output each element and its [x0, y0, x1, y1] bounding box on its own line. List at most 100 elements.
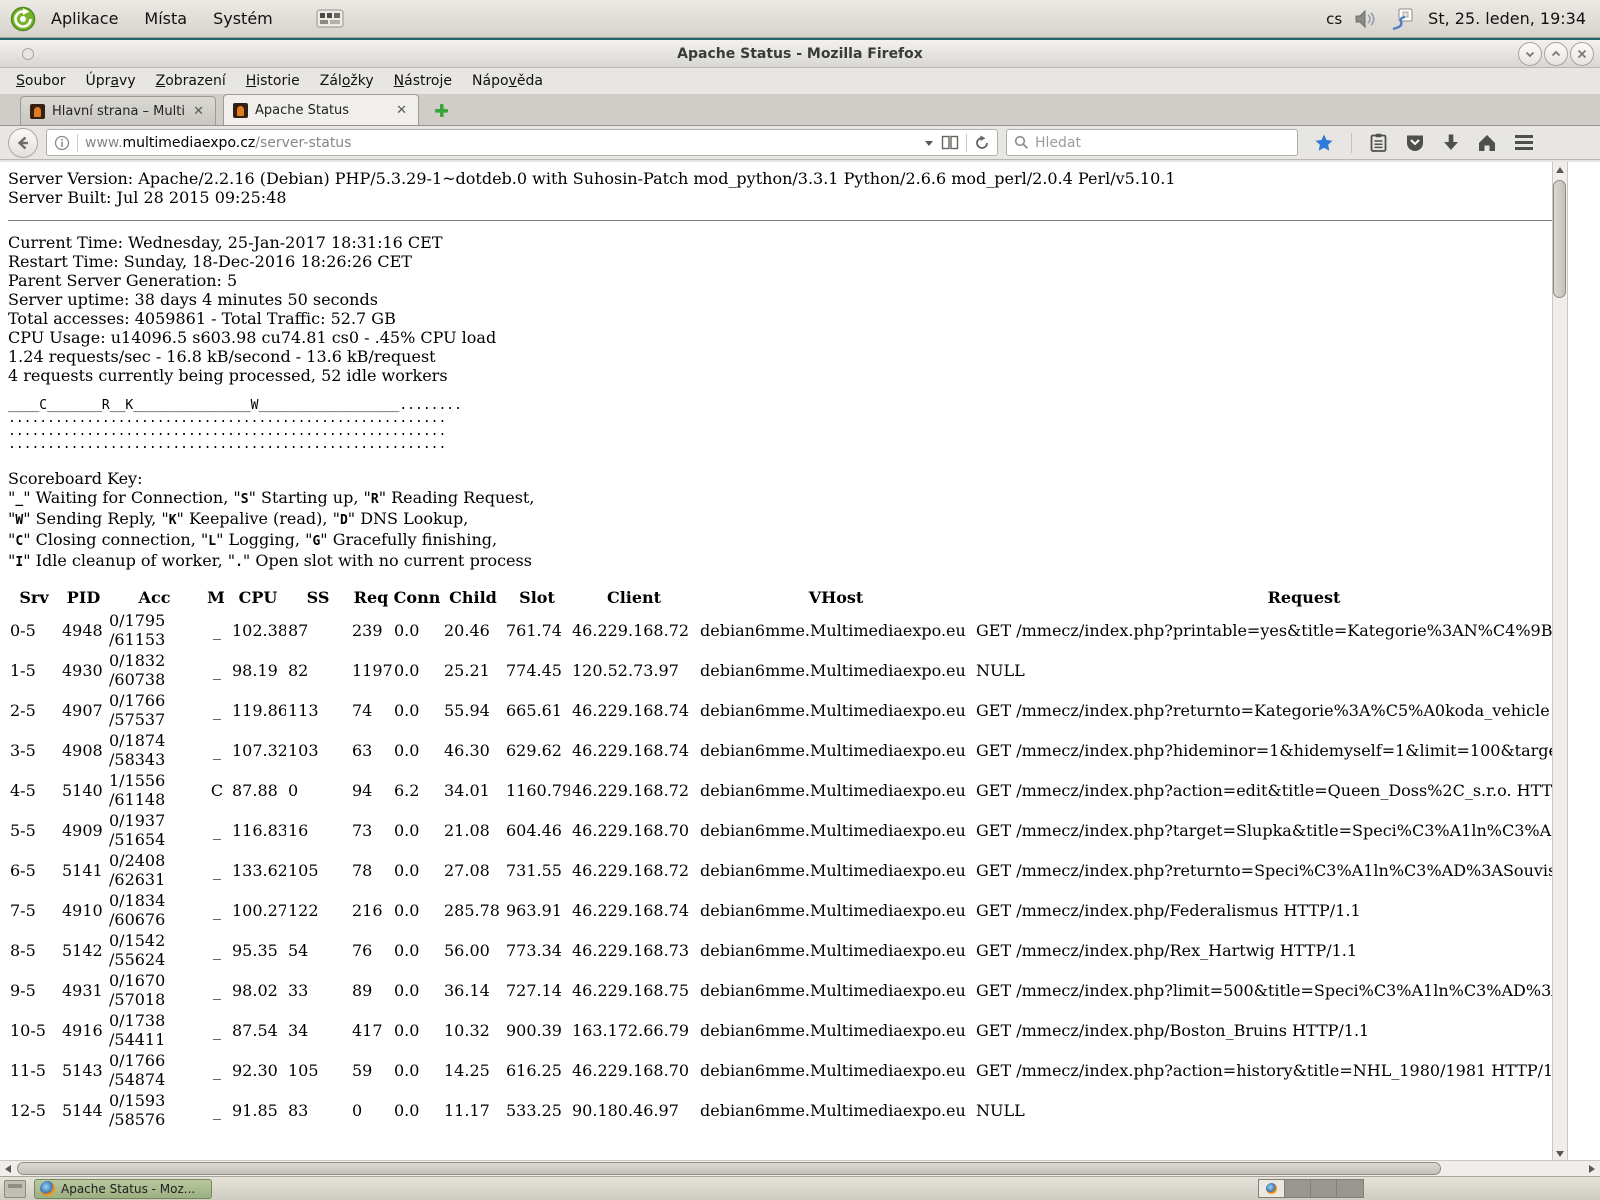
- cell-conn: 0.0: [392, 650, 442, 690]
- table-row: 8-551420/1542/55624_95.3554760.056.00773…: [8, 930, 1552, 970]
- bookmark-star-icon[interactable]: [1314, 133, 1334, 153]
- server-info-line: Total accesses: 4059861 - Total Traffic:…: [8, 309, 1552, 328]
- table-row: 6-551410/2408/62631_133.62105780.027.087…: [8, 850, 1552, 890]
- menu-nastroje[interactable]: Nástroje: [384, 70, 462, 92]
- cell-conn: 6.2: [392, 770, 442, 810]
- scroll-up-arrow[interactable]: [1553, 162, 1567, 178]
- cell-conn: 0.0: [392, 1010, 442, 1050]
- titlebar[interactable]: Apache Status - Mozilla Firefox: [0, 40, 1600, 68]
- cell-m: _: [202, 1050, 230, 1090]
- maximize-button[interactable]: [1544, 42, 1568, 66]
- menu-zobrazeni[interactable]: Zobrazení: [146, 70, 236, 92]
- back-button[interactable]: [8, 128, 38, 158]
- cell-request: GET /mmecz/index.php?limit=500&title=Spe…: [974, 970, 1552, 1010]
- table-row: 9-549310/1670/57018_98.0233890.036.14727…: [8, 970, 1552, 1010]
- page-info-icon[interactable]: [54, 135, 70, 151]
- panel-menu-aplikace[interactable]: Aplikace: [40, 4, 129, 33]
- cell-req: 76: [350, 930, 392, 970]
- cell-conn: 0.0: [392, 970, 442, 1010]
- close-button[interactable]: [1570, 42, 1594, 66]
- vertical-scrollbar-thumb[interactable]: [1553, 180, 1566, 298]
- workspace-3[interactable]: [1311, 1180, 1337, 1197]
- separator: [8, 220, 1552, 222]
- cell-ss: 105: [286, 1050, 350, 1090]
- cell-m: _: [202, 1090, 230, 1130]
- distro-logo-icon[interactable]: [10, 6, 36, 32]
- url-bar[interactable]: www.multimediaexpo.cz/server-status: [46, 129, 998, 156]
- cell-child: 56.00: [442, 930, 504, 970]
- horizontal-scrollbar-thumb[interactable]: [17, 1162, 1441, 1175]
- url-dropdown-icon[interactable]: [924, 139, 934, 147]
- cell-acc: 0/1738/54411: [107, 1010, 202, 1050]
- workspace-2[interactable]: [1285, 1180, 1311, 1197]
- keyboard-layout-indicator[interactable]: cs: [1326, 10, 1342, 28]
- tab-hlavni-strana[interactable]: Hlavní strana – Multi...✕: [20, 96, 216, 125]
- horizontal-scrollbar[interactable]: [0, 1160, 1600, 1176]
- cell-request: GET /mmecz/index.php?returnto=Speci%C3%A…: [974, 850, 1552, 890]
- workspace-switcher[interactable]: [1258, 1179, 1364, 1198]
- cell-vhost: debian6mme.Multimediaexpo.eu: [698, 1010, 974, 1050]
- clock[interactable]: St, 25. leden, 19:34: [1428, 9, 1590, 28]
- search-bar[interactable]: Hledat: [1006, 129, 1298, 156]
- show-desktop-button[interactable]: [4, 1180, 26, 1198]
- menu-napoveda[interactable]: Nápověda: [462, 70, 553, 92]
- cell-slot: 604.46: [504, 810, 570, 850]
- cell-slot: 665.61: [504, 690, 570, 730]
- cell-client: 46.229.168.72: [570, 610, 698, 650]
- cell-conn: 0.0: [392, 810, 442, 850]
- scoreboard-key: "_" Waiting for Connection, "S" Starting…: [8, 488, 1552, 572]
- workspace-1[interactable]: [1259, 1180, 1285, 1197]
- cell-pid: 4908: [60, 730, 107, 770]
- cell-conn: 0.0: [392, 890, 442, 930]
- col-header-vhost: VHost: [698, 585, 974, 610]
- cell-cpu: 119.86: [230, 690, 286, 730]
- menu-button[interactable]: [1514, 134, 1534, 151]
- bookmarks-menu-icon[interactable]: [1369, 133, 1388, 153]
- vertical-scrollbar[interactable]: [1552, 162, 1568, 1162]
- cell-child: 14.25: [442, 1050, 504, 1090]
- cell-req: 59: [350, 1050, 392, 1090]
- tab-apache-status[interactable]: Apache Status✕: [223, 94, 419, 125]
- cell-acc: 0/1795/61153: [107, 610, 202, 650]
- scoreboard-key-line: "I" Idle cleanup of worker, "." Open slo…: [8, 551, 1552, 572]
- server-info-line: Current Time: Wednesday, 25-Jan-2017 18:…: [8, 233, 1552, 252]
- pocket-icon[interactable]: [1405, 133, 1425, 153]
- downloads-icon[interactable]: [1442, 133, 1460, 153]
- mixer-applet-icon[interactable]: [316, 9, 344, 29]
- cell-m: _: [202, 930, 230, 970]
- home-button[interactable]: [1477, 133, 1497, 152]
- tab-close-icon[interactable]: ✕: [394, 103, 409, 118]
- menu-zalozky[interactable]: Záložky: [310, 70, 384, 92]
- new-tab-button[interactable]: [428, 101, 455, 120]
- cell-req: 63: [350, 730, 392, 770]
- col-header-client: Client: [570, 585, 698, 610]
- menu-historie[interactable]: Historie: [236, 70, 310, 92]
- workspace-4[interactable]: [1337, 1180, 1363, 1197]
- cell-client: 163.172.66.79: [570, 1010, 698, 1050]
- reader-mode-icon[interactable]: [941, 135, 959, 150]
- cell-client: 90.180.46.97: [570, 1090, 698, 1130]
- panel-menu-system[interactable]: Systém: [202, 4, 284, 33]
- menu-upravy[interactable]: Úpravy: [76, 70, 146, 92]
- minimize-button[interactable]: [1518, 42, 1542, 66]
- cell-child: 11.17: [442, 1090, 504, 1130]
- cell-client: 120.52.73.97: [570, 650, 698, 690]
- cell-pid: 5142: [60, 930, 107, 970]
- volume-icon[interactable]: [1354, 8, 1378, 30]
- cell-cpu: 91.85: [230, 1090, 286, 1130]
- cell-ss: 33: [286, 970, 350, 1010]
- cell-vhost: debian6mme.Multimediaexpo.eu: [698, 770, 974, 810]
- server-info-line: 4 requests currently being processed, 52…: [8, 366, 1552, 385]
- panel-menu-mista[interactable]: Místa: [133, 4, 198, 33]
- table-row: 11-551430/1766/54874_92.30105590.014.256…: [8, 1050, 1552, 1090]
- search-placeholder: Hledat: [1035, 135, 1081, 151]
- scroll-left-arrow[interactable]: [0, 1161, 15, 1176]
- taskbar-window-button[interactable]: Apache Status - Moz...: [34, 1179, 212, 1199]
- tab-close-icon[interactable]: ✕: [191, 104, 206, 119]
- network-applet-icon[interactable]: [1390, 7, 1416, 31]
- menu-soubor[interactable]: Soubor: [6, 70, 76, 92]
- scroll-right-arrow[interactable]: [1584, 1161, 1599, 1176]
- cell-child: 21.08: [442, 810, 504, 850]
- table-row: 2-549070/1766/57537_119.86113740.055.946…: [8, 690, 1552, 730]
- reload-button[interactable]: [974, 135, 990, 151]
